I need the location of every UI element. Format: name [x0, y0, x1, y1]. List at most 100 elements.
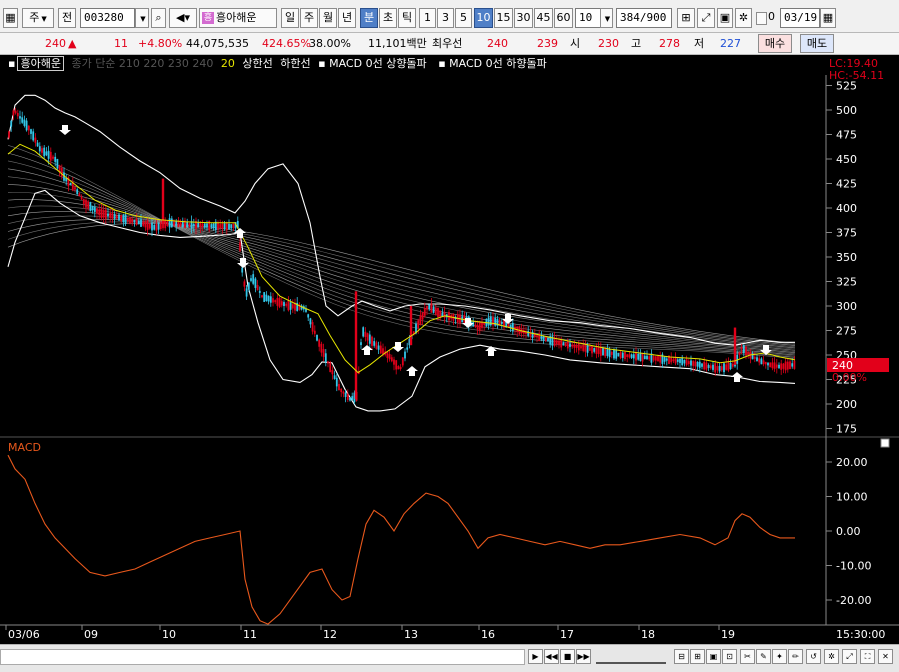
marker-icon[interactable]: ✏: [788, 649, 803, 664]
candle-body: [584, 344, 587, 352]
tool-icon[interactable]: ⤢: [697, 8, 715, 28]
price-tick-label: 450: [836, 153, 857, 166]
candle-body: [144, 221, 147, 228]
candle-body: [305, 309, 307, 312]
candle-body: [307, 314, 310, 318]
date-checkbox[interactable]: [756, 12, 767, 25]
candle-body: [148, 223, 151, 229]
candle-body: [113, 214, 116, 219]
zoom-slider[interactable]: [596, 650, 666, 664]
scissors-icon[interactable]: ✂: [740, 649, 755, 664]
candle-body: [349, 397, 351, 401]
search-icon[interactable]: ⌕: [151, 8, 166, 28]
brush-icon[interactable]: ✎: [756, 649, 771, 664]
horizontal-scrollbar[interactable]: [0, 649, 525, 665]
tab-min-15[interactable]: 15: [494, 8, 513, 28]
candle-body: [767, 362, 769, 366]
ma-fan: [7, 144, 796, 359]
price-change: 11: [114, 37, 128, 50]
candle-body: [718, 365, 721, 372]
calendar-icon[interactable]: ▦: [820, 8, 836, 28]
save-icon[interactable]: ▣: [717, 8, 733, 28]
candle-body: [118, 214, 120, 221]
macd-maximize-icon[interactable]: [880, 438, 890, 448]
forward-icon[interactable]: ▶▶: [576, 649, 591, 664]
fit-icon[interactable]: ▣: [706, 649, 721, 664]
candle-body: [93, 207, 96, 212]
zoom-icon[interactable]: ⊟: [674, 649, 689, 664]
stock-code-input[interactable]: 003280: [80, 8, 135, 28]
price-tick-label: 350: [836, 251, 857, 264]
tab-min-3[interactable]: 3: [437, 8, 454, 28]
best-price-label: 최우선: [432, 37, 463, 50]
ma-fan-line: [7, 215, 796, 348]
price-tick-label: 425: [836, 178, 857, 191]
candle-body: [536, 335, 538, 338]
candle-body: [679, 358, 681, 363]
stop-icon[interactable]: ■: [560, 649, 575, 664]
candle-body: [588, 347, 591, 351]
settings-icon[interactable]: ✲: [824, 649, 839, 664]
ma-fan-line: [7, 223, 796, 344]
tab-month[interactable]: 월: [319, 8, 337, 28]
rewind-icon[interactable]: ◀◀: [544, 649, 559, 664]
close-icon[interactable]: ✕: [878, 649, 893, 664]
tab-min-10[interactable]: 10: [474, 8, 493, 28]
sell-button[interactable]: 매도: [800, 34, 834, 53]
candle-body: [199, 222, 202, 228]
candle-body: [652, 356, 655, 361]
minute-input[interactable]: 10: [575, 8, 601, 28]
candle-spike: [733, 327, 737, 365]
tab-min-30[interactable]: 30: [514, 8, 533, 28]
chart-canvas[interactable]: LC:19.40 HC:-54.11 525500475450425400375…: [0, 55, 899, 644]
candle-body: [14, 110, 17, 114]
layout-icon[interactable]: ▦: [3, 8, 18, 28]
ma-fan-line: [7, 219, 796, 346]
period-select[interactable]: 주: [22, 8, 54, 28]
candle-body: [793, 360, 796, 369]
candle-body: [12, 110, 15, 116]
low-price: 227: [720, 37, 741, 50]
undo-icon[interactable]: ↺: [806, 649, 821, 664]
candle-body: [690, 360, 692, 366]
buy-button[interactable]: 매수: [758, 34, 792, 53]
play-icon[interactable]: ▶: [528, 649, 543, 664]
candle-body: [474, 324, 477, 327]
tab-year[interactable]: 년: [338, 8, 356, 28]
candle-body: [560, 339, 563, 348]
date-input[interactable]: 03/19: [780, 8, 820, 28]
candle-body: [665, 358, 668, 361]
tab-minute[interactable]: 분: [360, 8, 378, 28]
candle-body: [265, 294, 268, 302]
tab-min-1[interactable]: 1: [419, 8, 436, 28]
tab-min-5[interactable]: 5: [455, 8, 472, 28]
candle-body: [648, 356, 651, 360]
wand-icon[interactable]: ✦: [772, 649, 787, 664]
candle-body: [362, 327, 365, 337]
stock-code-dropdown[interactable]: [135, 8, 149, 28]
tab-min-60[interactable]: 60: [554, 8, 573, 28]
speaker-icon[interactable]: ◀▾: [169, 8, 197, 28]
tab-tick[interactable]: 틱: [398, 8, 416, 28]
expand-icon[interactable]: ⤢: [842, 649, 857, 664]
grid-icon[interactable]: ⊞: [677, 8, 695, 28]
tab-second[interactable]: 초: [379, 8, 397, 28]
x-tick-label: 11: [243, 628, 257, 641]
fullscreen-icon[interactable]: ⛶: [860, 649, 875, 664]
candle-body: [316, 334, 318, 341]
candle-body: [232, 223, 235, 229]
zoom-in-icon[interactable]: ⊞: [690, 649, 705, 664]
stock-name-field[interactable]: 흥 흥아해운: [199, 8, 277, 28]
prev-button[interactable]: 전: [58, 8, 76, 28]
gear-icon[interactable]: ✲: [735, 8, 752, 28]
tab-week[interactable]: 주: [300, 8, 318, 28]
chart-type-icon[interactable]: ⊡: [722, 649, 737, 664]
tab-day[interactable]: 일: [281, 8, 299, 28]
candle-body: [641, 352, 644, 362]
open-price: 230: [598, 37, 619, 50]
minute-dropdown[interactable]: [600, 8, 613, 28]
tab-min-45[interactable]: 45: [534, 8, 553, 28]
count-input[interactable]: 384/900: [616, 8, 672, 28]
bottom-toolbar: ▶ ◀◀ ■ ▶▶ ⊟ ⊞ ▣ ⊡ ✂ ✎ ✦ ✏ ↺ ✲ ⤢ ⛶ ✕: [0, 644, 899, 672]
candle-body: [338, 383, 340, 391]
